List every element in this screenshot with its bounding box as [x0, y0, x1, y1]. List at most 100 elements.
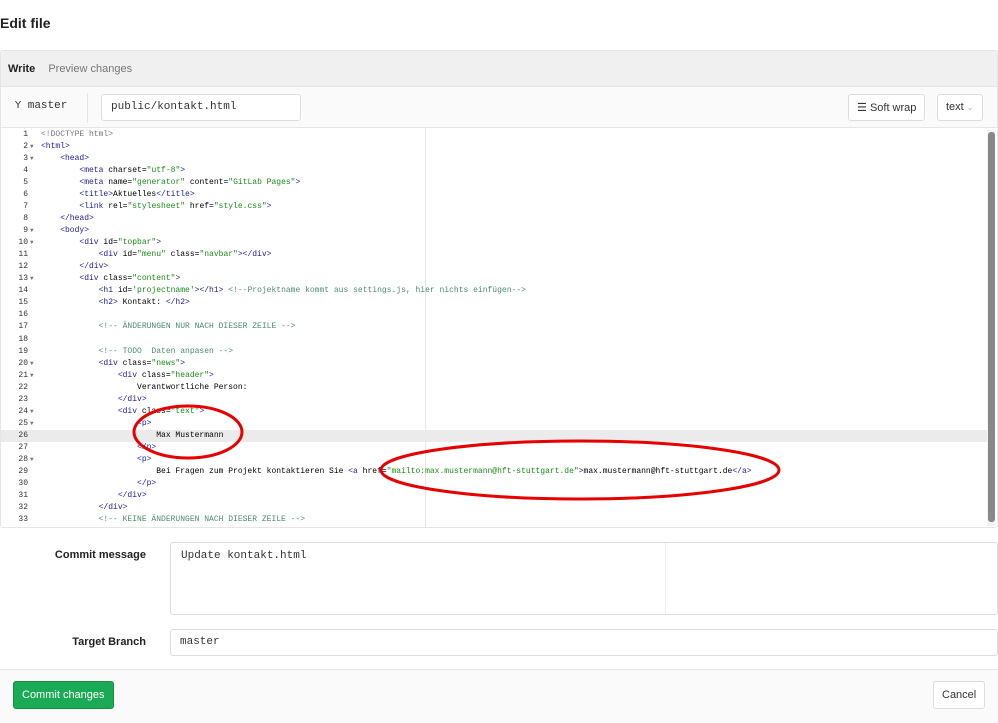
- code-token: </title>: [156, 190, 195, 200]
- code-line[interactable]: 27 </p>: [1, 442, 987, 454]
- code-line[interactable]: 29 Bei Fragen zum Projekt kontaktieren S…: [1, 466, 987, 478]
- code-line[interactable]: 22 Verantwortliche Person:: [1, 382, 987, 394]
- code-line[interactable]: 7 <link rel="stylesheet" href="style.css…: [1, 201, 987, 213]
- code-token: </p>: [137, 478, 157, 488]
- file-path-input[interactable]: public/kontakt.html: [101, 94, 301, 121]
- code-line[interactable]: 14 <h1 id='projectname'></h1> <!--Projek…: [1, 285, 987, 297]
- code-line[interactable]: 25 ▼ <p>: [1, 418, 987, 430]
- code-text: <div id="menu" class="navbar"></div>: [41, 249, 272, 261]
- code-token: "menu": [137, 250, 166, 260]
- code-token: <div: [98, 358, 118, 368]
- line-number: 2: [23, 142, 28, 152]
- code-token: "content": [132, 274, 176, 284]
- code-text: <div id="topbar">: [41, 237, 161, 249]
- code-text: <p>: [41, 454, 151, 466]
- target-branch-input[interactable]: master: [170, 629, 998, 656]
- code-line[interactable]: 3 ▼ <head>: [1, 153, 987, 165]
- code-line[interactable]: 4 <meta charset="utf-8">: [1, 165, 987, 177]
- line-number: 8: [23, 214, 28, 224]
- fold-toggle-icon[interactable]: ▼: [30, 418, 34, 430]
- line-number: 1: [23, 130, 28, 139]
- code-line[interactable]: 33 <!-- KEINE ÄNDERUNGEN NACH DIESER ZEI…: [1, 514, 987, 526]
- tab-preview-changes[interactable]: Preview changes: [48, 63, 132, 75]
- code-line[interactable]: 5 <meta name="generator" content="GitLab…: [1, 177, 987, 189]
- code-line[interactable]: 32 </div>: [1, 502, 987, 514]
- code-editor[interactable]: 1 <!DOCTYPE html> 2 ▼ <html> 3 ▼ <head> 4 <meta…: [1, 128, 997, 528]
- tab-write[interactable]: Write: [8, 63, 35, 75]
- code-token: >: [180, 166, 186, 176]
- code-line[interactable]: 16: [1, 309, 987, 321]
- fold-toggle-icon[interactable]: ▼: [30, 273, 34, 285]
- code-line[interactable]: 10 ▼ <div id="topbar">: [1, 237, 987, 249]
- code-text: <div class="text">: [41, 406, 204, 418]
- line-number: 30: [18, 478, 28, 488]
- code-token: >: [180, 358, 186, 368]
- code-token: <!--Projektname kommt aus settings.js, h…: [228, 286, 526, 296]
- commit-changes-button[interactable]: Commit changes: [13, 681, 114, 709]
- code-line[interactable]: 2 ▼ <html>: [1, 141, 987, 153]
- code-line[interactable]: 8 </head>: [1, 213, 987, 225]
- fold-toggle-icon[interactable]: ▼: [30, 153, 34, 165]
- code-token: <div: [117, 370, 138, 380]
- code-token: <div: [117, 406, 138, 416]
- code-line[interactable]: 28 ▼ <p>: [1, 454, 987, 466]
- fold-toggle-icon[interactable]: ▼: [30, 225, 34, 237]
- code-line[interactable]: 17 <!-- ÄNDERUNGEN NUR NACH DIESER ZEILE…: [1, 321, 987, 333]
- code-line[interactable]: 9 ▼ <body>: [1, 225, 987, 237]
- code-line[interactable]: 11 <div id="menu" class="navbar"></div>: [1, 249, 987, 261]
- code-token: <meta: [79, 166, 104, 176]
- code-line[interactable]: 15 <h2> Kontakt: </h2>: [1, 297, 987, 309]
- code-text: Max Mustermann: [41, 430, 223, 442]
- fold-toggle-icon[interactable]: ▼: [30, 454, 34, 466]
- fold-toggle-icon[interactable]: ▼: [30, 237, 34, 249]
- fold-toggle-icon[interactable]: ▼: [30, 358, 34, 370]
- editor-card: Write Preview changes Y master public/ko…: [0, 50, 998, 528]
- code-line[interactable]: 21 ▼ <div class="header">: [1, 370, 987, 382]
- commit-message-input[interactable]: Update kontakt.html: [170, 542, 998, 615]
- code-line[interactable]: 12 </div>: [1, 261, 987, 273]
- mode-select[interactable]: text ⌄: [937, 94, 983, 121]
- code-line[interactable]: 34 </div>: [1, 526, 987, 528]
- code-text: <!-- TODO Daten anpasen -->: [41, 346, 233, 358]
- soft-wrap-button[interactable]: ☰ Soft wrap: [848, 94, 926, 121]
- code-token: ></div>: [237, 250, 272, 260]
- code-line[interactable]: 20 ▼ <div class="news">: [1, 358, 987, 370]
- code-line[interactable]: 1 <!DOCTYPE html>: [1, 129, 987, 141]
- code-line[interactable]: 26 Max Mustermann: [1, 429, 987, 442]
- editor-tabs: Write Preview changes: [1, 51, 997, 87]
- line-number: 13: [18, 274, 28, 284]
- code-line[interactable]: 23 </div>: [1, 394, 987, 406]
- code-token: "topbar": [117, 238, 157, 248]
- line-number: 23: [18, 394, 28, 404]
- code-line[interactable]: 24 ▼ <div class="text">: [1, 406, 987, 418]
- code-token: Kontakt:: [117, 298, 166, 308]
- code-line[interactable]: 19 <!-- TODO Daten anpasen -->: [1, 346, 987, 358]
- line-number: 26: [18, 430, 28, 440]
- code-text: <title>Aktuelles</title>: [41, 189, 195, 201]
- code-line[interactable]: 30 </p>: [1, 478, 987, 490]
- code-text: </div>: [41, 261, 108, 273]
- code-line[interactable]: 18: [1, 334, 987, 346]
- line-number: 5: [23, 178, 28, 188]
- code-text: <div class="news">: [41, 358, 185, 370]
- code-token: >: [209, 370, 214, 380]
- code-line[interactable]: 13 ▼ <div class="content">: [1, 273, 987, 285]
- fold-toggle-icon[interactable]: ▼: [30, 406, 34, 418]
- cancel-button[interactable]: Cancel: [933, 681, 986, 709]
- fold-toggle-icon[interactable]: ▼: [30, 370, 34, 382]
- code-line[interactable]: 31 </div>: [1, 490, 987, 502]
- fold-toggle-icon[interactable]: ▼: [30, 141, 34, 153]
- code-line[interactable]: 6 <title>Aktuelles</title>: [1, 189, 987, 201]
- code-text: Bei Fragen zum Projekt kontaktieren Sie …: [41, 466, 751, 478]
- code-text: </head>: [41, 213, 94, 225]
- scrollbar-thumb[interactable]: [988, 132, 995, 522]
